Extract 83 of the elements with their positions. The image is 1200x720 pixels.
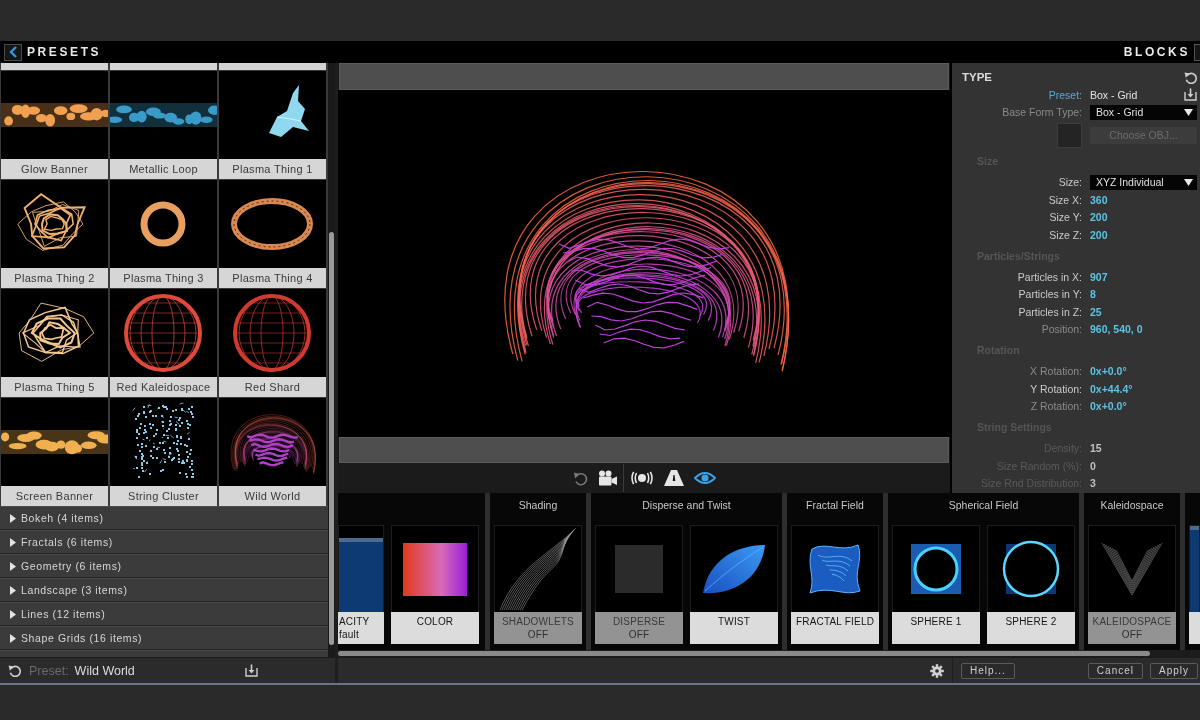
- leaf-shape-drawing: [701, 543, 767, 595]
- field-value: 8: [1090, 288, 1096, 301]
- category-row[interactable]: Geometry (6 items): [0, 554, 328, 578]
- category-row[interactable]: Fractals (6 items): [0, 530, 328, 554]
- scrollbar-thumb[interactable]: [338, 651, 1150, 656]
- group-title: Spherical Field: [948, 499, 1019, 511]
- field-label: X Rotation:: [1029, 365, 1083, 378]
- field-label: Particles in X:: [1016, 270, 1083, 283]
- field-label: Particles in Z:: [1017, 305, 1083, 318]
- field-label: Base Form Type:: [1001, 106, 1083, 119]
- block-card[interactable]: TWIST: [690, 525, 778, 644]
- field-value: 0x+0.0°: [1090, 400, 1127, 413]
- field-label: Size Y:: [1048, 211, 1083, 224]
- category-row[interactable]: Bokeh (4 items): [0, 506, 328, 530]
- group-title: Kaleidospace: [1100, 499, 1164, 511]
- chevron-icon: [8, 46, 18, 58]
- field-value: 0x+0.0°: [1090, 365, 1127, 378]
- field-label: Y Rotation:: [1029, 382, 1083, 395]
- block-card[interactable]: DISPERSE OFF: [595, 525, 683, 644]
- settings-icon[interactable]: [930, 663, 944, 678]
- block-card[interactable]: COLOR: [391, 525, 479, 644]
- category-row[interactable]: Lines (12 items): [0, 602, 328, 626]
- field-value: 200: [1090, 228, 1108, 241]
- field-label: Position:: [1040, 323, 1083, 336]
- field-value: 0x+44.4°: [1090, 382, 1133, 395]
- group-title: Disperse and Twist: [642, 499, 731, 511]
- scrollbar[interactable]: [328, 63, 335, 657]
- block-card[interactable]: SPHERE 1: [892, 525, 980, 644]
- eye-icon[interactable]: [693, 471, 716, 485]
- field-value: 15: [1090, 442, 1102, 455]
- panel-title: BLOCKS: [1123, 45, 1190, 59]
- tray-arrow-icon[interactable]: [1184, 88, 1197, 102]
- tray-arrow-icon[interactable]: [245, 664, 258, 677]
- header-button[interactable]: [1194, 43, 1200, 61]
- caret-icon: [1184, 178, 1193, 186]
- video-camera-icon[interactable]: [597, 470, 617, 486]
- ring-drawing: [911, 544, 961, 594]
- circular-arrow-icon[interactable]: [8, 664, 21, 677]
- dropdown[interactable]: Box - Grid: [1090, 104, 1197, 120]
- swatch-icon: [1057, 122, 1082, 148]
- preset-name: Wild World: [74, 663, 135, 678]
- block-card[interactable]: [1189, 525, 1200, 644]
- field-value: 0: [1090, 459, 1096, 472]
- block-card[interactable]: SPHERE 2: [987, 525, 1075, 644]
- block-card[interactable]: ACITY fault: [338, 525, 384, 644]
- help-button[interactable]: Help...: [961, 662, 1015, 679]
- broadcast-icon[interactable]: [629, 471, 654, 485]
- dropdown[interactable]: XYZ Individual: [1090, 174, 1197, 190]
- block-card[interactable]: FRACTAL FIELD: [791, 525, 879, 644]
- field-value: 3: [1090, 477, 1096, 490]
- panel-title: PRESETS: [27, 45, 102, 59]
- group-title: Shading: [518, 499, 558, 511]
- field-label: Preset:: [1047, 88, 1083, 101]
- circular-arrow-icon[interactable]: [1184, 70, 1197, 84]
- field-value: 907: [1090, 270, 1108, 283]
- dialog-button[interactable]: Apply: [1150, 662, 1198, 679]
- warped-square-drawing: [806, 541, 864, 597]
- category-row[interactable]: Shape Grids (16 items): [0, 626, 328, 650]
- section-title: TYPE: [962, 71, 993, 83]
- field-value: 360: [1090, 193, 1108, 206]
- group-title: Fractal Field: [806, 499, 864, 511]
- gradient-drawing: [403, 542, 467, 596]
- field-value: 25: [1090, 305, 1102, 318]
- road-icon[interactable]: [663, 470, 684, 486]
- field-value: Box - Grid: [1090, 88, 1138, 101]
- preset-label: Preset:: [29, 663, 69, 678]
- scrollbar[interactable]: [338, 650, 1200, 657]
- square-drawing: [615, 545, 663, 593]
- field-label: Size X:: [1047, 193, 1083, 206]
- field-label: Z Rotation:: [1029, 400, 1083, 413]
- scrollbar-thumb[interactable]: [329, 232, 334, 645]
- field-label: Size:: [1057, 176, 1083, 189]
- field-value: 200: [1090, 211, 1108, 224]
- field-label: Size Z:: [1048, 228, 1083, 241]
- block-card[interactable]: KALEIDOSPACE OFF: [1088, 525, 1176, 644]
- block-card[interactable]: SHADOWLETS OFF: [494, 525, 582, 644]
- category-row[interactable]: Landscape (3 items): [0, 578, 328, 602]
- ring-drawing: [1002, 540, 1060, 598]
- caret-icon: [1184, 108, 1193, 116]
- field-value: 960, 540, 0: [1090, 323, 1143, 336]
- field-label: Particles in Y:: [1017, 288, 1083, 301]
- back-button[interactable]: [4, 43, 22, 61]
- dialog-button[interactable]: Cancel: [1087, 662, 1143, 679]
